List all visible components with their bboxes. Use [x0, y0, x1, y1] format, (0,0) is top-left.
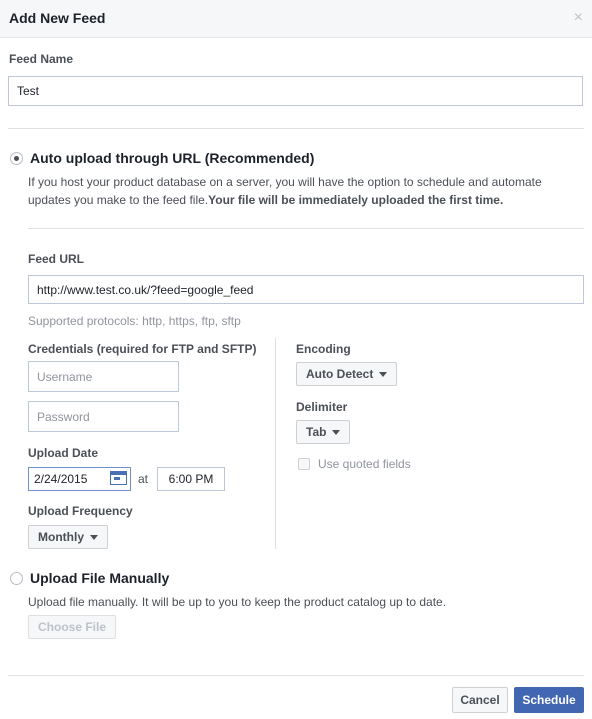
- upload-frequency-dropdown[interactable]: Monthly: [28, 525, 108, 549]
- password-input[interactable]: [28, 401, 179, 432]
- cancel-button[interactable]: Cancel: [452, 687, 508, 713]
- cancel-label: Cancel: [460, 693, 500, 707]
- feed-url-input[interactable]: [28, 275, 584, 304]
- auto-upload-title: Auto upload through URL (Recommended): [30, 150, 315, 166]
- upload-frequency-label: Upload Frequency: [28, 504, 133, 518]
- choose-file-button[interactable]: Choose File: [28, 615, 117, 639]
- dialog-title: Add New Feed: [9, 10, 106, 26]
- column-divider: [275, 338, 276, 549]
- schedule-button[interactable]: Schedule: [514, 687, 584, 713]
- at-label: at: [138, 472, 149, 486]
- chevron-down-icon: [379, 371, 388, 377]
- quoted-fields-checkbox[interactable]: [298, 458, 310, 470]
- username-input[interactable]: [28, 361, 179, 392]
- auto-upload-description: If you host your product database on a s…: [28, 173, 573, 209]
- encoding-dropdown[interactable]: Auto Detect: [296, 362, 398, 386]
- quoted-fields-label: Use quoted fields: [318, 457, 411, 471]
- credentials-label: Credentials (required for FTP and SFTP): [28, 342, 257, 356]
- close-icon[interactable]: ×: [574, 9, 583, 27]
- upload-date-label: Upload Date: [28, 446, 99, 460]
- auto-upload-radio[interactable]: [10, 152, 23, 165]
- manual-upload-title: Upload File Manually: [30, 570, 170, 586]
- auto-upload-description-bold: Your file will be immediately uploaded t…: [208, 193, 504, 207]
- divider: [28, 228, 584, 229]
- calendar-icon[interactable]: [110, 471, 127, 485]
- footer-divider: [8, 675, 584, 676]
- upload-frequency-value: Monthly: [38, 530, 84, 544]
- schedule-label: Schedule: [522, 693, 576, 707]
- chevron-down-icon: [332, 429, 341, 435]
- delimiter-value: Tab: [306, 425, 327, 439]
- upload-time-value: 6:00 PM: [168, 472, 214, 486]
- encoding-label: Encoding: [296, 342, 351, 356]
- protocols-note: Supported protocols: http, https, ftp, s…: [28, 314, 241, 328]
- feed-name-input[interactable]: [8, 76, 583, 106]
- feed-url-label: Feed URL: [28, 252, 85, 266]
- delimiter-label: Delimiter: [296, 400, 348, 414]
- chevron-down-icon: [90, 534, 98, 540]
- upload-time-input[interactable]: 6:00 PM: [157, 467, 225, 491]
- feed-name-label: Feed Name: [9, 52, 74, 66]
- manual-upload-description: Upload file manually. It will be up to y…: [28, 595, 447, 609]
- delimiter-dropdown[interactable]: Tab: [296, 420, 351, 444]
- upload-date-value: 2/24/2015: [34, 472, 88, 486]
- encoding-value: Auto Detect: [306, 367, 374, 381]
- manual-upload-radio[interactable]: [10, 572, 23, 585]
- choose-file-label: Choose File: [38, 620, 107, 634]
- divider: [8, 128, 584, 129]
- dialog-header: Add New Feed ×: [0, 0, 592, 38]
